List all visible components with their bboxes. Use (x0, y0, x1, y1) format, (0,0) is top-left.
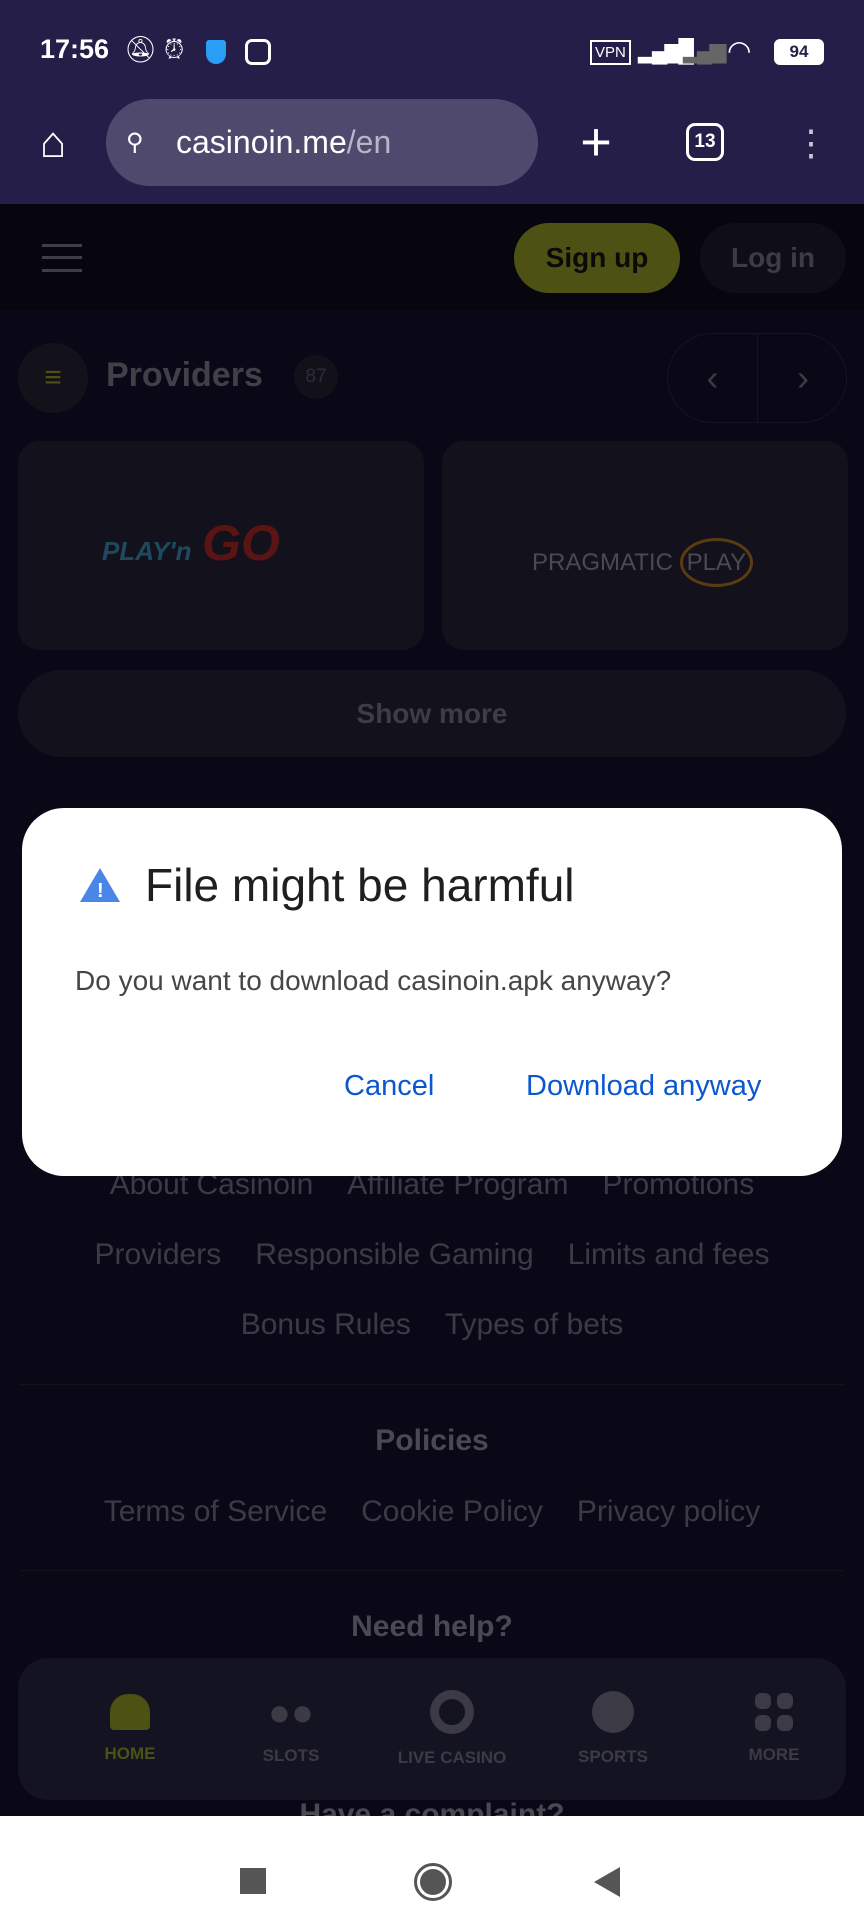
site-header: Sign up Log in (0, 204, 864, 310)
policies-links: Terms of Service Cookie Policy Privacy pol… (0, 1495, 864, 1529)
provider-card-playngo[interactable]: PLAY'n GO (18, 441, 424, 650)
complaint-title: Have a complaint? (299, 1798, 565, 1816)
shield-icon (206, 40, 226, 64)
nav-sports[interactable]: SPORTS (533, 1658, 693, 1800)
carousel-controls: ‹ › (667, 333, 847, 423)
policies-title: Policies (375, 1424, 489, 1457)
policy-link[interactable]: Cookie Policy (361, 1495, 543, 1528)
back-button[interactable] (594, 1867, 620, 1897)
address-bar[interactable]: ⚲ casinoin.me/en (106, 99, 538, 186)
wifi-icon: ◠ (727, 35, 752, 66)
mute-icon: 🔕︎ (124, 34, 158, 64)
bottom-nav: HOME ●● SLOTS LIVE CASINO SPORTS MORE (18, 1658, 846, 1800)
nav-slots[interactable]: ●● SLOTS (211, 1658, 371, 1800)
filter-icon[interactable]: ≡ (18, 343, 88, 413)
login-button[interactable]: Log in (700, 223, 846, 293)
ball-icon (592, 1691, 634, 1733)
signup-button[interactable]: Sign up (514, 223, 680, 293)
grid-icon (755, 1693, 793, 1731)
home-icon (110, 1694, 150, 1730)
hamburger-menu-icon[interactable] (42, 244, 82, 272)
playngo-logo: PLAY'n GO (102, 515, 280, 571)
recents-button[interactable] (240, 1868, 266, 1894)
divider (20, 1384, 844, 1385)
more-menu-icon[interactable]: ⋮ (793, 118, 829, 168)
footer-links-row-2: Providers Responsible Gaming Limits and fe… (0, 1238, 864, 1272)
providers-title: Providers (106, 356, 263, 394)
download-anyway-button[interactable]: Download anyway (526, 1070, 761, 1103)
tab-switcher-button[interactable]: 13 (686, 123, 724, 161)
battery-level: 94 (789, 42, 809, 61)
need-help-title: Need help? (351, 1610, 513, 1643)
url-host: casinoin.me (176, 124, 347, 160)
new-tab-button[interactable]: + (570, 112, 622, 172)
instagram-icon (245, 39, 271, 65)
footer-links-row-3: Bonus Rules Types of bets (0, 1308, 864, 1342)
home-system-button[interactable] (414, 1863, 452, 1901)
show-more-button[interactable]: Show more (18, 670, 846, 757)
nav-live-casino[interactable]: LIVE CASINO (372, 1658, 532, 1800)
provider-card-pragmatic[interactable]: PRAGMATIC PLAY (442, 441, 848, 650)
next-arrow-icon[interactable]: › (758, 334, 848, 422)
alarm-icon: ⏰︎ (164, 34, 185, 64)
cherry-icon: ●● (268, 1692, 314, 1734)
footer-link[interactable]: Providers (95, 1238, 222, 1271)
nav-label: MORE (748, 1745, 800, 1764)
battery-icon: 94 (774, 39, 824, 65)
providers-count: 87 (294, 355, 338, 399)
footer-link[interactable]: Types of bets (445, 1308, 623, 1341)
nav-label: HOME (104, 1744, 156, 1763)
nav-label: SPORTS (578, 1747, 648, 1766)
dialog-message: Do you want to download casinoin.apk any… (75, 965, 672, 996)
nav-label: LIVE CASINO (397, 1748, 507, 1767)
policy-link[interactable]: Privacy policy (577, 1495, 760, 1528)
home-button[interactable]: ⌂ (28, 118, 78, 168)
policy-link[interactable]: Terms of Service (104, 1495, 327, 1528)
pragmatic-logo: PRAGMATIC PLAY (532, 538, 754, 587)
footer-link[interactable]: Bonus Rules (241, 1308, 411, 1341)
prev-arrow-icon[interactable]: ‹ (668, 334, 758, 422)
footer-link[interactable]: Limits and fees (568, 1238, 770, 1271)
chip-icon (430, 1690, 474, 1734)
download-warning-dialog: ! File might be harmful Do you want to d… (22, 808, 842, 1176)
divider (20, 1570, 844, 1571)
dialog-title: File might be harmful (145, 859, 575, 911)
nav-home[interactable]: HOME (50, 1658, 210, 1800)
status-time: 17:56 (40, 34, 110, 64)
nav-label: SLOTS (262, 1746, 320, 1765)
system-nav-bar (0, 1816, 864, 1920)
footer-link[interactable]: Responsible Gaming (255, 1238, 533, 1271)
url-path: /en (346, 124, 392, 160)
browser-chrome: 17:56 🔕︎ ⏰︎ VPN ▂▄▆█ ▂▄▆ ◠ 94 ⌂ ⚲ casino… (0, 0, 864, 204)
signal-off-icon: ▂▄▆ (683, 38, 726, 63)
nav-more[interactable]: MORE (694, 1658, 854, 1800)
cancel-button[interactable]: Cancel (344, 1070, 434, 1103)
site-settings-icon[interactable]: ⚲ (126, 128, 144, 157)
warning-icon-mark: ! (97, 880, 104, 902)
vpn-badge: VPN (590, 40, 631, 65)
